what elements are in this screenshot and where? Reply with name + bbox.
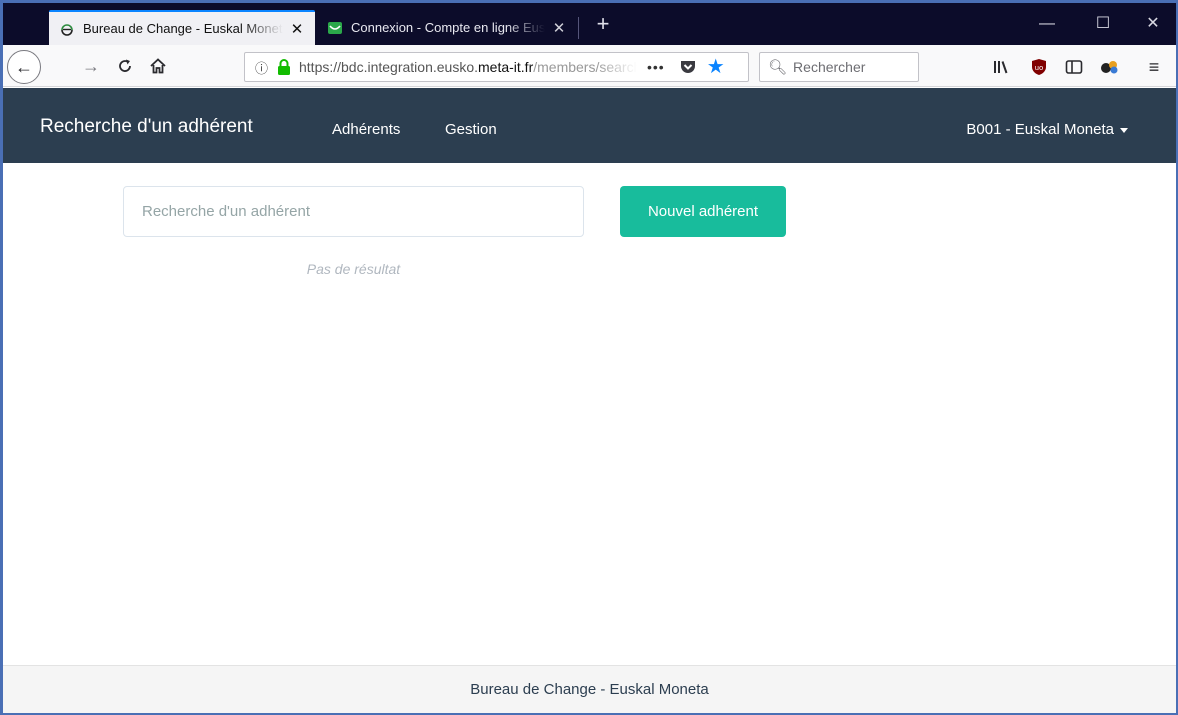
hamburger-menu-icon[interactable]: ≡	[1143, 57, 1165, 77]
tab-separator	[578, 17, 579, 39]
url-bar[interactable]: ⓘ https://bdc.integration.eusko.meta-it.…	[244, 52, 749, 82]
extension-glyph-icon	[1101, 61, 1118, 74]
new-tab-button[interactable]: +	[591, 13, 615, 37]
pocket-icon[interactable]	[679, 58, 697, 76]
tab-title: Bureau de Change - Euskal Moneta	[83, 21, 283, 36]
app-navbar: Recherche d'un adhérent Adhérents Gestio…	[3, 88, 1176, 163]
eusko-favicon-icon	[61, 23, 73, 36]
forward-arrow-icon[interactable]: →	[77, 52, 105, 80]
sidebar-glyph-icon	[1065, 60, 1083, 74]
search-icon: 🔍︎	[768, 59, 788, 76]
minimize-icon[interactable]: —	[1033, 13, 1061, 37]
url-domain: meta-it.fr	[478, 59, 534, 75]
new-member-button[interactable]: Nouvel adhérent	[620, 186, 786, 237]
url-suffix: /members/search	[533, 59, 637, 75]
url-text: https://bdc.integration.eusko.meta-it.fr…	[299, 59, 637, 75]
ublock-glyph-icon: uo	[1032, 59, 1046, 75]
home-glyph-icon	[150, 58, 166, 74]
reload-glyph-icon	[119, 59, 131, 72]
site-favicon-icon	[328, 21, 342, 34]
url-prefix: https://bdc.integration.eusko.	[299, 59, 478, 75]
info-icon[interactable]: ⓘ	[255, 58, 273, 77]
search-bar-placeholder: Rechercher	[793, 59, 866, 75]
close-tab-icon[interactable]: ✕	[289, 20, 305, 38]
user-menu-label: B001 - Euskal Moneta	[966, 121, 1114, 138]
browser-window: Bureau de Change - Euskal Moneta ✕ Conne…	[0, 0, 1178, 715]
member-search-input[interactable]	[123, 186, 584, 237]
tab-bar: Bureau de Change - Euskal Moneta ✕ Conne…	[3, 3, 1176, 45]
ublock-icon[interactable]: uo	[1028, 57, 1050, 77]
tab-bureau-de-change[interactable]: Bureau de Change - Euskal Moneta ✕	[49, 10, 315, 45]
extension-icon[interactable]	[1099, 57, 1121, 77]
footer: Bureau de Change - Euskal Moneta	[3, 665, 1176, 713]
nav-link-adherents[interactable]: Adhérents	[332, 121, 400, 138]
library-icon[interactable]	[991, 57, 1013, 77]
user-menu-dropdown[interactable]: B001 - Euskal Moneta	[966, 121, 1128, 138]
lock-icon	[278, 59, 290, 75]
no-result-text: Pas de résultat	[306, 261, 401, 277]
sidebar-icon[interactable]	[1063, 57, 1085, 77]
search-bar[interactable]: 🔍︎ Rechercher	[759, 52, 919, 82]
page-actions-icon[interactable]: •••	[647, 59, 665, 75]
library-glyph-icon	[994, 61, 1008, 74]
caret-down-icon	[1120, 127, 1128, 133]
tab-connexion[interactable]: Connexion - Compte en ligne Eusko ✕	[317, 10, 577, 45]
browser-toolbar: ← → ⓘ https://bdc.integration.eusko.meta…	[3, 45, 1176, 87]
tab-title: Connexion - Compte en ligne Eusko	[351, 20, 545, 35]
close-window-icon[interactable]: ✕	[1139, 13, 1167, 37]
footer-text: Bureau de Change - Euskal Moneta	[470, 681, 709, 698]
nav-link-gestion[interactable]: Gestion	[445, 121, 497, 138]
close-tab-icon[interactable]: ✕	[551, 19, 567, 37]
home-icon[interactable]	[144, 52, 172, 80]
maximize-icon[interactable]: ☐	[1089, 13, 1117, 37]
svg-text:uo: uo	[1035, 64, 1044, 72]
back-arrow-icon[interactable]: ←	[7, 50, 41, 84]
star-icon[interactable]: ★	[707, 57, 725, 77]
navbar-brand[interactable]: Recherche d'un adhérent	[40, 116, 253, 138]
reload-icon[interactable]	[111, 52, 139, 80]
